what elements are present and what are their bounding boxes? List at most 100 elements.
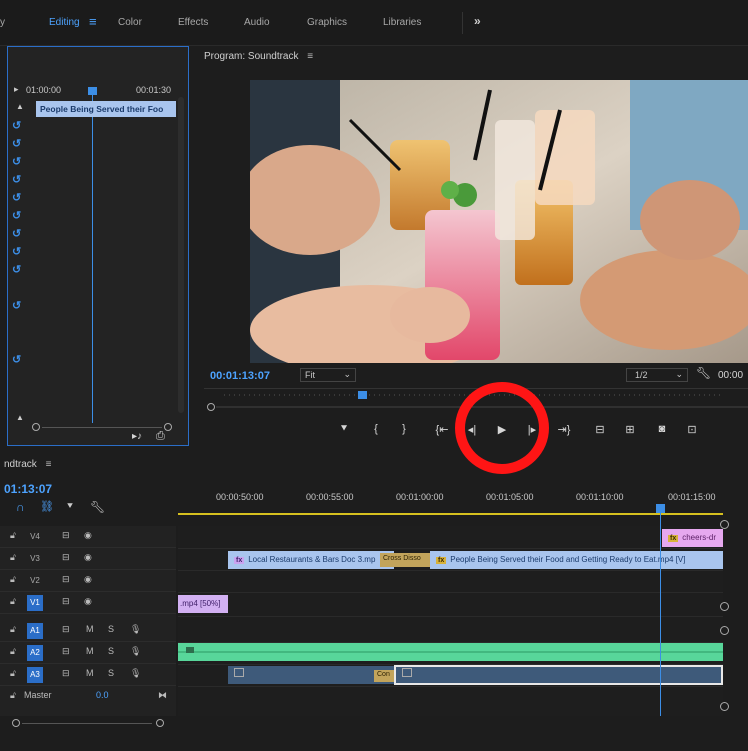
timeline-title[interactable]: ndtrack ≡	[4, 459, 51, 470]
lock-icon[interactable]: 🔓︎	[10, 574, 16, 585]
add-marker-icon[interactable]: ⯆	[66, 501, 74, 512]
lock-icon[interactable]: 🔓︎	[10, 552, 16, 563]
up-arrow-icon[interactable]: ▲	[16, 413, 24, 422]
up-arrow-icon[interactable]: ▲	[16, 102, 24, 111]
track-header-v2[interactable]: 🔓︎ V2 ⊟ ◉	[0, 570, 176, 592]
microphone-icon[interactable]: 🎙︎	[130, 646, 141, 657]
wrench-icon[interactable]: 🔧︎	[696, 366, 711, 380]
track-header-v1[interactable]: 🔓︎ V1 ⊟ ◉	[0, 592, 176, 614]
undo-icon[interactable]: ↺	[12, 245, 21, 258]
zoom-handle-right[interactable]	[156, 719, 164, 727]
resolution-dropdown[interactable]: 1/2 ⌄	[626, 368, 688, 382]
go-to-end-icon[interactable]: ⧓	[158, 690, 167, 701]
snap-icon[interactable]: ∩	[16, 500, 25, 514]
timeline-zoom-bar[interactable]	[10, 716, 170, 730]
track-header-master[interactable]: 🔓︎ Master 0.0 ⧓	[0, 686, 176, 708]
sync-lock-icon[interactable]: ⊟	[62, 646, 70, 657]
undo-icon[interactable]: ↺	[12, 119, 21, 132]
timeline-tracks[interactable]: fx cheers-dr fx Local Restaurants & Bars D…	[178, 520, 729, 716]
panel-menu-icon[interactable]: ≡	[46, 459, 52, 470]
fit-dropdown[interactable]: Fit ⌄	[300, 368, 356, 382]
track-label[interactable]: V3	[27, 551, 43, 567]
workspace-tab-editing[interactable]: Editing	[49, 17, 80, 28]
add-marker-button[interactable]: ⯆	[334, 423, 354, 436]
undo-icon[interactable]: ↺	[12, 299, 21, 312]
scroll-handle[interactable]	[720, 702, 729, 711]
clip-v1[interactable]: .mp4 [50%]	[178, 595, 228, 613]
track-header-v4[interactable]: 🔓︎ V4 ⊟ ◉	[0, 526, 176, 548]
clip-v4-cheers[interactable]: fx cheers-dr	[662, 529, 723, 547]
workspace-tab-audio[interactable]: Audio	[244, 17, 270, 28]
undo-icon[interactable]: ↺	[12, 263, 21, 276]
source-clip[interactable]: People Being Served their Foo	[36, 101, 176, 117]
eye-icon[interactable]: ◉	[84, 574, 92, 585]
lock-icon[interactable]: 🔓︎	[10, 690, 16, 701]
mark-in-button[interactable]: {	[366, 423, 386, 435]
track-header-a1[interactable]: 🔓︎ A1 ⊟ M S 🎙︎	[0, 620, 176, 642]
lock-icon[interactable]: 🔓︎	[10, 596, 16, 607]
solo-button[interactable]: S	[108, 646, 114, 656]
more-workspaces-button[interactable]: »	[474, 14, 481, 28]
workspace-tab-libraries[interactable]: Libraries	[383, 17, 421, 28]
workspace-tab-color[interactable]: Color	[118, 17, 142, 28]
eye-icon[interactable]: ◉	[84, 530, 92, 541]
work-area-bar[interactable]	[178, 513, 723, 515]
track-label[interactable]: A2	[27, 645, 43, 661]
mute-button[interactable]: M	[86, 668, 94, 678]
eye-icon[interactable]: ◉	[84, 596, 92, 607]
workspace-tab-partial[interactable]: y	[0, 17, 5, 28]
lock-icon[interactable]: 🔓︎	[10, 530, 16, 541]
audio-clip-a3-right[interactable]	[394, 665, 723, 685]
lock-icon[interactable]: 🔓︎	[10, 624, 16, 635]
sync-lock-icon[interactable]: ⊟	[62, 596, 70, 607]
clip-v3-people-served[interactable]: fx People Being Served their Food and Get…	[430, 551, 723, 569]
linked-selection-icon[interactable]: ⛓	[40, 500, 54, 513]
sync-lock-icon[interactable]: ⊟	[62, 552, 70, 563]
mute-button[interactable]: M	[86, 624, 94, 634]
undo-icon[interactable]: ↺	[12, 155, 21, 168]
eye-icon[interactable]: ◉	[84, 552, 92, 563]
lock-icon[interactable]: 🔓︎	[10, 646, 16, 657]
sync-lock-icon[interactable]: ⊟	[62, 624, 70, 635]
program-timecode[interactable]: 00:01:13:07	[210, 370, 270, 382]
track-label[interactable]: V2	[27, 573, 43, 589]
lock-icon[interactable]: 🔓︎	[10, 668, 16, 679]
undo-icon[interactable]: ↺	[12, 209, 21, 222]
cross-dissolve-transition[interactable]: Cross Disso	[380, 553, 430, 567]
zoom-handle-right[interactable]	[164, 423, 172, 431]
scroll-handle[interactable]	[720, 626, 729, 635]
zoom-track[interactable]	[22, 723, 152, 724]
microphone-icon[interactable]: 🎙︎	[130, 624, 141, 635]
source-panel[interactable]: ▸ 01:00:00 00:01:30 ▲ People Being Serve…	[7, 46, 189, 446]
camera-icon[interactable]: ◙	[652, 423, 672, 435]
source-scrollbar[interactable]	[178, 97, 184, 413]
clip-v3-local-restaurants[interactable]: fx Local Restaurants & Bars Doc 3.mp	[228, 551, 394, 569]
mute-button[interactable]: M	[86, 646, 94, 656]
workspace-tab-graphics[interactable]: Graphics	[307, 17, 347, 28]
track-label[interactable]: A1	[27, 623, 43, 639]
extract-button[interactable]: ⊞	[620, 423, 640, 436]
zoom-handle-left[interactable]	[12, 719, 20, 727]
undo-icon[interactable]: ↺	[12, 137, 21, 150]
solo-button[interactable]: S	[108, 668, 114, 678]
track-header-a3[interactable]: 🔓︎ A3 ⊟ M S 🎙︎	[0, 664, 176, 686]
go-to-in-button[interactable]: {⇤	[432, 423, 452, 436]
workspace-tab-effects[interactable]: Effects	[178, 17, 208, 28]
mark-out-button[interactable]: }	[394, 423, 414, 435]
scroll-handle[interactable]	[720, 602, 729, 611]
wrench-icon[interactable]: 🔧︎	[90, 500, 105, 514]
track-label[interactable]: V1	[27, 595, 43, 611]
track-header-a2[interactable]: 🔓︎ A2 ⊟ M S 🎙︎	[0, 642, 176, 664]
go-to-out-button[interactable]: ⇥}	[554, 423, 574, 436]
undo-icon[interactable]: ↺	[12, 173, 21, 186]
panel-menu-icon[interactable]: ≡	[307, 51, 313, 62]
program-monitor-title[interactable]: Program: Soundtrack ≡	[204, 51, 313, 62]
undo-icon[interactable]: ↺	[12, 191, 21, 204]
track-label[interactable]: V4	[27, 529, 43, 545]
master-volume[interactable]: 0.0	[96, 690, 109, 700]
track-header-v3[interactable]: 🔓︎ V3 ⊟ ◉	[0, 548, 176, 570]
sync-lock-icon[interactable]: ⊟	[62, 574, 70, 585]
zoom-handle-left[interactable]	[32, 423, 40, 431]
undo-icon[interactable]: ↺	[12, 353, 21, 366]
solo-button[interactable]: S	[108, 624, 114, 634]
